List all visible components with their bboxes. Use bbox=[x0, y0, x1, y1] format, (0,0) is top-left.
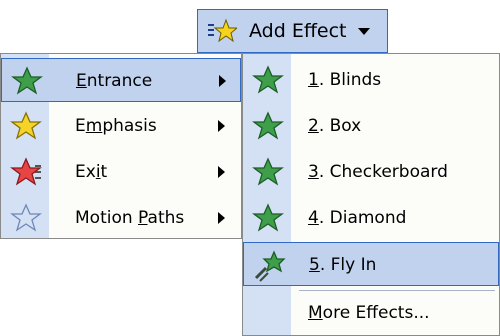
chevron-right-icon bbox=[218, 212, 225, 224]
menu-item-label: Motion Paths bbox=[75, 208, 185, 228]
add-effect-menu: Entrance Emphasis Exit Motion Paths bbox=[0, 53, 242, 239]
submenu-item-label: 1. Blinds bbox=[308, 70, 382, 90]
fly-in-star-icon bbox=[252, 248, 286, 282]
submenu-item-label: 5. Fly In bbox=[309, 255, 377, 275]
submenu-item-diamond[interactable]: 4. Diamond bbox=[243, 196, 499, 240]
more-effects-label: More Effects... bbox=[308, 303, 430, 323]
chevron-right-icon bbox=[219, 75, 226, 87]
menu-item-label: Exit bbox=[75, 162, 108, 182]
yellow-star-icon bbox=[9, 109, 43, 143]
outline-star-icon bbox=[9, 201, 43, 235]
submenu-item-flyin[interactable]: 5. Fly In bbox=[243, 242, 499, 286]
submenu-item-checkerboard[interactable]: 3. Checkerboard bbox=[243, 150, 499, 194]
more-effects-item[interactable]: More Effects... bbox=[243, 293, 499, 333]
menu-item-label: Entrance bbox=[76, 71, 153, 91]
menu-item-entrance[interactable]: Entrance bbox=[1, 58, 241, 102]
submenu-item-label: 3. Checkerboard bbox=[308, 162, 448, 182]
add-effect-button[interactable]: Add Effect bbox=[197, 9, 388, 53]
submenu-item-label: 2. Box bbox=[308, 116, 362, 136]
menu-item-emphasis[interactable]: Emphasis bbox=[1, 104, 241, 148]
submenu-item-blinds[interactable]: 1. Blinds bbox=[243, 58, 499, 102]
green-star-icon bbox=[251, 155, 285, 189]
menu-separator bbox=[299, 290, 495, 291]
menu-item-motion-paths[interactable]: Motion Paths bbox=[1, 196, 241, 240]
add-effect-star-icon bbox=[208, 18, 237, 43]
menu-item-exit[interactable]: Exit bbox=[1, 150, 241, 194]
green-star-icon bbox=[251, 63, 285, 97]
green-star-icon bbox=[251, 109, 285, 143]
menu-item-label: Emphasis bbox=[75, 116, 157, 136]
chevron-right-icon bbox=[218, 166, 225, 178]
green-star-icon bbox=[251, 201, 285, 235]
chevron-down-icon bbox=[357, 27, 370, 35]
entrance-submenu: 1. Blinds 2. Box 3. Checkerboard 4. Diam… bbox=[242, 53, 500, 336]
chevron-right-icon bbox=[218, 120, 225, 132]
green-star-icon bbox=[10, 64, 44, 98]
red-star-icon bbox=[9, 155, 43, 189]
submenu-item-label: 4. Diamond bbox=[308, 208, 407, 228]
submenu-item-box[interactable]: 2. Box bbox=[243, 104, 499, 148]
add-effect-label: Add Effect bbox=[249, 20, 347, 42]
